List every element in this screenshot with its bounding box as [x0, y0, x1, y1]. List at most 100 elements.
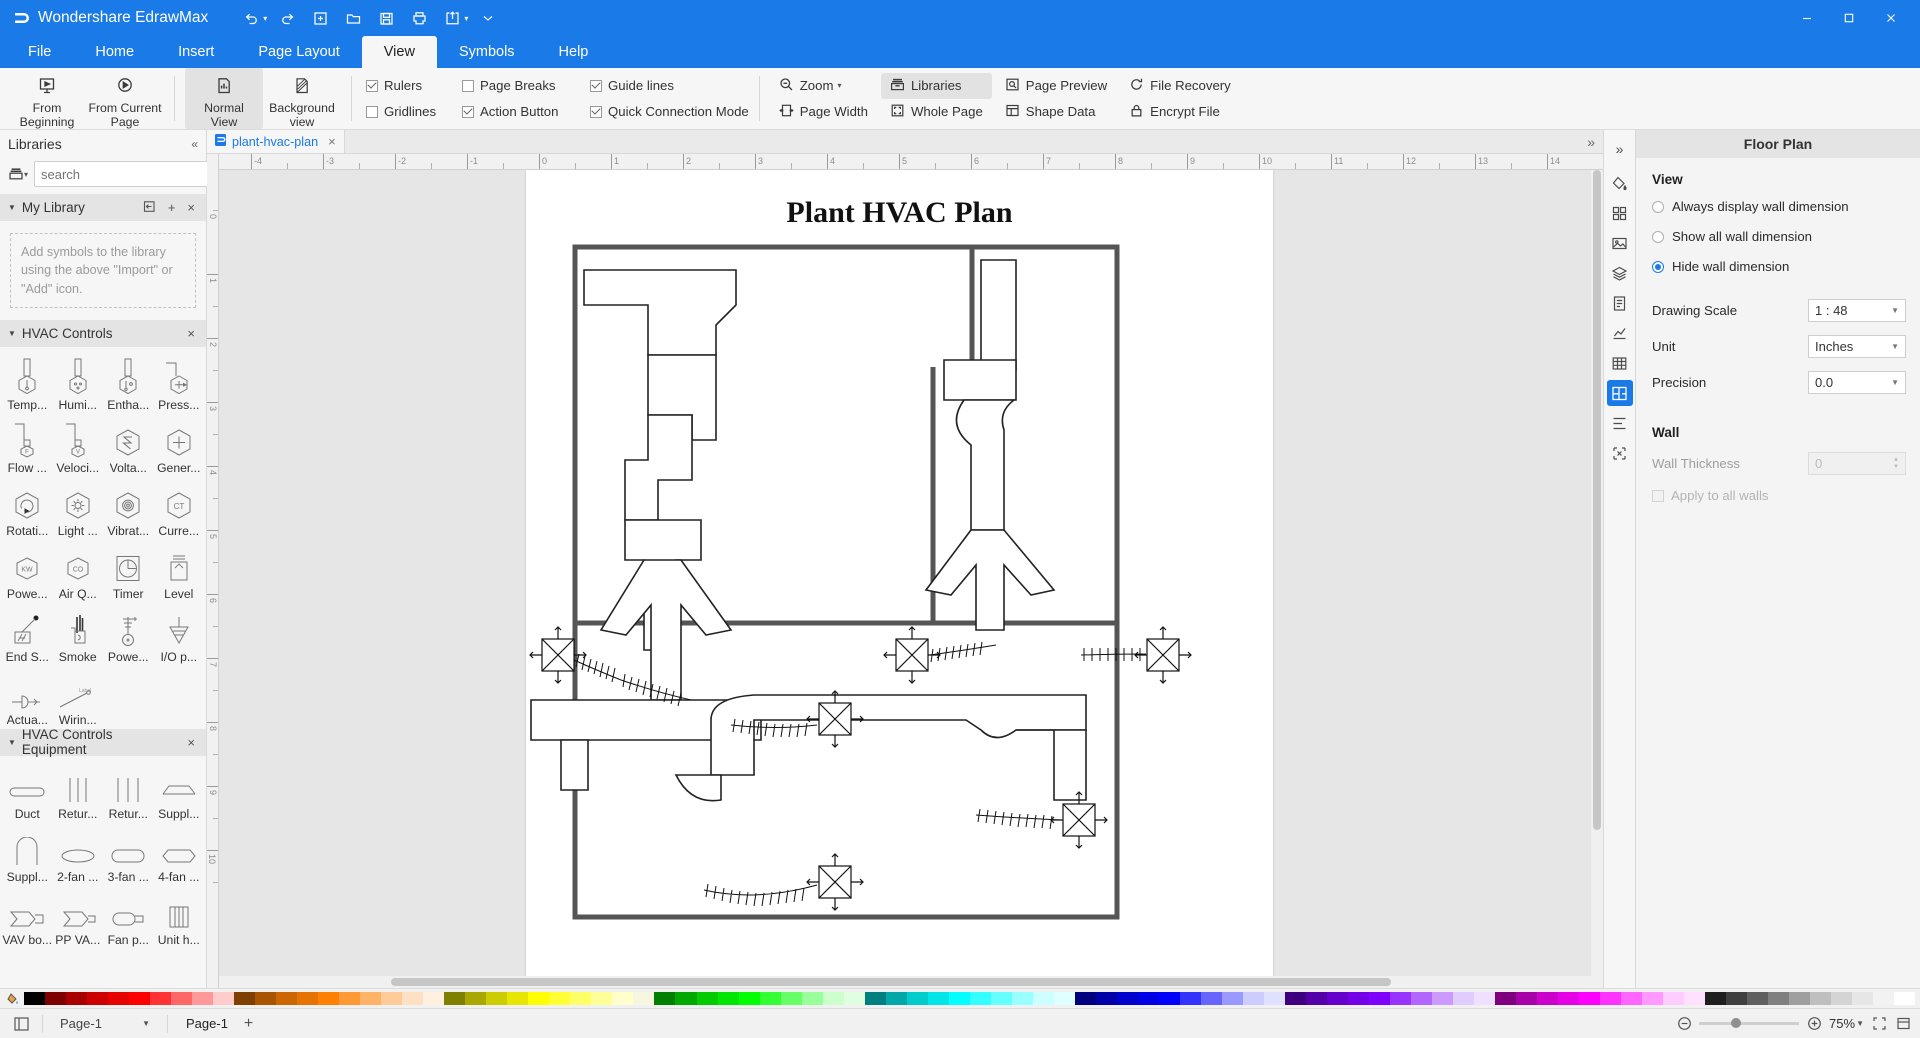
- color-swatch[interactable]: [1768, 992, 1790, 1005]
- symbol-power-kw[interactable]: KW Powe...: [2, 540, 53, 603]
- color-swatch[interactable]: [1074, 992, 1096, 1005]
- import-icon[interactable]: [140, 200, 159, 216]
- color-swatch[interactable]: [507, 992, 529, 1005]
- page-preview-button[interactable]: Page Preview: [996, 73, 1116, 99]
- whole-page-button[interactable]: Whole Page: [881, 99, 992, 125]
- symbol-unit-heater[interactable]: Unit h...: [154, 886, 205, 949]
- color-swatch[interactable]: [759, 992, 781, 1005]
- unit-select[interactable]: Inches ▼: [1808, 335, 1906, 358]
- radio-hide-wall-dimension[interactable]: Hide wall dimension: [1652, 259, 1906, 274]
- symbol-2-fan-unit[interactable]: 2-fan ...: [53, 823, 104, 886]
- folder-open-icon[interactable]: [338, 5, 368, 31]
- encrypt-file-button[interactable]: Encrypt File: [1120, 99, 1240, 125]
- symbol-velocity-sensor[interactable]: V Veloci...: [53, 414, 104, 477]
- symbol-vav-box[interactable]: VAV bo...: [2, 886, 53, 949]
- color-swatch[interactable]: [1684, 992, 1706, 1005]
- color-swatch[interactable]: [1179, 992, 1201, 1005]
- color-swatch[interactable]: [1095, 992, 1117, 1005]
- close-icon[interactable]: ×: [184, 326, 198, 341]
- zoom-slider[interactable]: [1699, 1018, 1800, 1028]
- fit-page-icon[interactable]: [1870, 1016, 1888, 1031]
- color-swatch[interactable]: [990, 992, 1012, 1005]
- symbol-supply-diffuser[interactable]: Suppl...: [2, 823, 53, 886]
- floor-plan-icon[interactable]: [1606, 380, 1633, 406]
- color-swatch[interactable]: [1852, 992, 1874, 1005]
- add-page-button[interactable]: +: [238, 1015, 259, 1033]
- color-swatch[interactable]: [1621, 992, 1643, 1005]
- symbol-return-air[interactable]: Retur...: [103, 760, 154, 823]
- symbol-actuator[interactable]: Actua...: [2, 666, 53, 729]
- symbol-end-switch[interactable]: End S...: [2, 603, 53, 666]
- radio-show-all-wall-dimension[interactable]: Show all wall dimension: [1652, 229, 1906, 244]
- grid-theme-icon[interactable]: [1607, 200, 1633, 226]
- menu-tab-home[interactable]: Home: [73, 36, 156, 68]
- symbol-humidity-sensor[interactable]: Humi...: [53, 351, 104, 414]
- menu-tab-insert[interactable]: Insert: [156, 36, 236, 68]
- page-width-button[interactable]: Page Width: [770, 99, 877, 125]
- color-swatch[interactable]: [213, 992, 235, 1005]
- document-tab-plant-hvac-plan[interactable]: plant-hvac-plan ×: [207, 130, 345, 153]
- color-swatch[interactable]: [1810, 992, 1832, 1005]
- checkbox-action-button[interactable]: Action Button: [462, 104, 580, 119]
- color-swatch[interactable]: [1242, 992, 1264, 1005]
- color-swatch[interactable]: [570, 992, 592, 1005]
- libraries-button[interactable]: Libraries: [880, 72, 992, 99]
- symbol-smoke-detector[interactable]: Smoke: [53, 603, 104, 666]
- color-swatch[interactable]: [24, 992, 46, 1005]
- collapse-panel-icon[interactable]: «: [191, 137, 198, 151]
- symbol-pressure-sensor[interactable]: Press...: [154, 351, 205, 414]
- chevron-down-icon[interactable]: [473, 5, 503, 31]
- color-swatch[interactable]: [1663, 992, 1685, 1005]
- color-swatch[interactable]: [1369, 992, 1391, 1005]
- stepper-arrows[interactable]: ▲ ▼: [1893, 457, 1899, 470]
- new-file-icon[interactable]: [305, 5, 335, 31]
- libraries-scroll-area[interactable]: ▼ My Library + × Add symbols to the libr…: [0, 194, 206, 988]
- color-swatch[interactable]: [381, 992, 403, 1005]
- color-swatch[interactable]: [192, 992, 214, 1005]
- color-swatch[interactable]: [843, 992, 865, 1005]
- precision-select[interactable]: 0.0 ▼: [1808, 371, 1906, 394]
- color-swatch[interactable]: [1600, 992, 1622, 1005]
- share-caret-icon[interactable]: ▾: [464, 14, 468, 23]
- chevron-double-right-icon[interactable]: »: [1607, 136, 1633, 162]
- color-swatch[interactable]: [423, 992, 445, 1005]
- checkbox-guide-lines[interactable]: Guide lines: [590, 78, 749, 93]
- color-swatch[interactable]: [717, 992, 739, 1005]
- color-swatch[interactable]: [1726, 992, 1748, 1005]
- checkbox-rulers[interactable]: Rulers: [366, 78, 452, 93]
- color-swatch[interactable]: [1032, 992, 1054, 1005]
- minimize-icon[interactable]: [1786, 1, 1828, 35]
- color-swatch[interactable]: [1516, 992, 1538, 1005]
- table-icon[interactable]: [1607, 350, 1633, 376]
- symbol-3-fan-unit[interactable]: 3-fan ...: [103, 823, 154, 886]
- undo-icon[interactable]: [236, 5, 266, 31]
- symbol-supply-duct[interactable]: Suppl...: [154, 760, 205, 823]
- color-swatch[interactable]: [150, 992, 172, 1005]
- chart-icon[interactable]: [1607, 320, 1633, 346]
- color-swatch[interactable]: [1432, 992, 1454, 1005]
- color-swatch[interactable]: [633, 992, 655, 1005]
- share-export-icon[interactable]: [437, 5, 467, 31]
- arrange-icon[interactable]: [1607, 440, 1633, 466]
- zoom-button[interactable]: Zoom ▾: [770, 73, 877, 99]
- color-swatch[interactable]: [444, 992, 466, 1005]
- close-icon[interactable]: ×: [184, 735, 198, 750]
- zoom-level-control[interactable]: 75% ▼: [1829, 1016, 1864, 1031]
- color-swatch[interactable]: [738, 992, 760, 1005]
- checkbox-page-breaks[interactable]: Page Breaks: [462, 78, 580, 93]
- color-swatch[interactable]: [822, 992, 844, 1005]
- page-view-icon[interactable]: [8, 1011, 34, 1037]
- color-swatch[interactable]: [402, 992, 424, 1005]
- close-icon[interactable]: ×: [184, 200, 198, 215]
- menu-tab-page-layout[interactable]: Page Layout: [236, 36, 361, 68]
- color-swatch[interactable]: [1873, 992, 1895, 1005]
- symbol-current-sensor[interactable]: CT Curre...: [154, 477, 205, 540]
- add-icon[interactable]: +: [165, 200, 179, 215]
- color-swatch[interactable]: [276, 992, 298, 1005]
- color-swatch[interactable]: [654, 992, 676, 1005]
- menu-tab-symbols[interactable]: Symbols: [437, 36, 537, 68]
- align-icon[interactable]: [1607, 410, 1633, 436]
- menu-tab-help[interactable]: Help: [537, 36, 611, 68]
- symbol-air-quality[interactable]: CO Air Q...: [53, 540, 104, 603]
- symbol-rotation-sensor[interactable]: Rotati...: [2, 477, 53, 540]
